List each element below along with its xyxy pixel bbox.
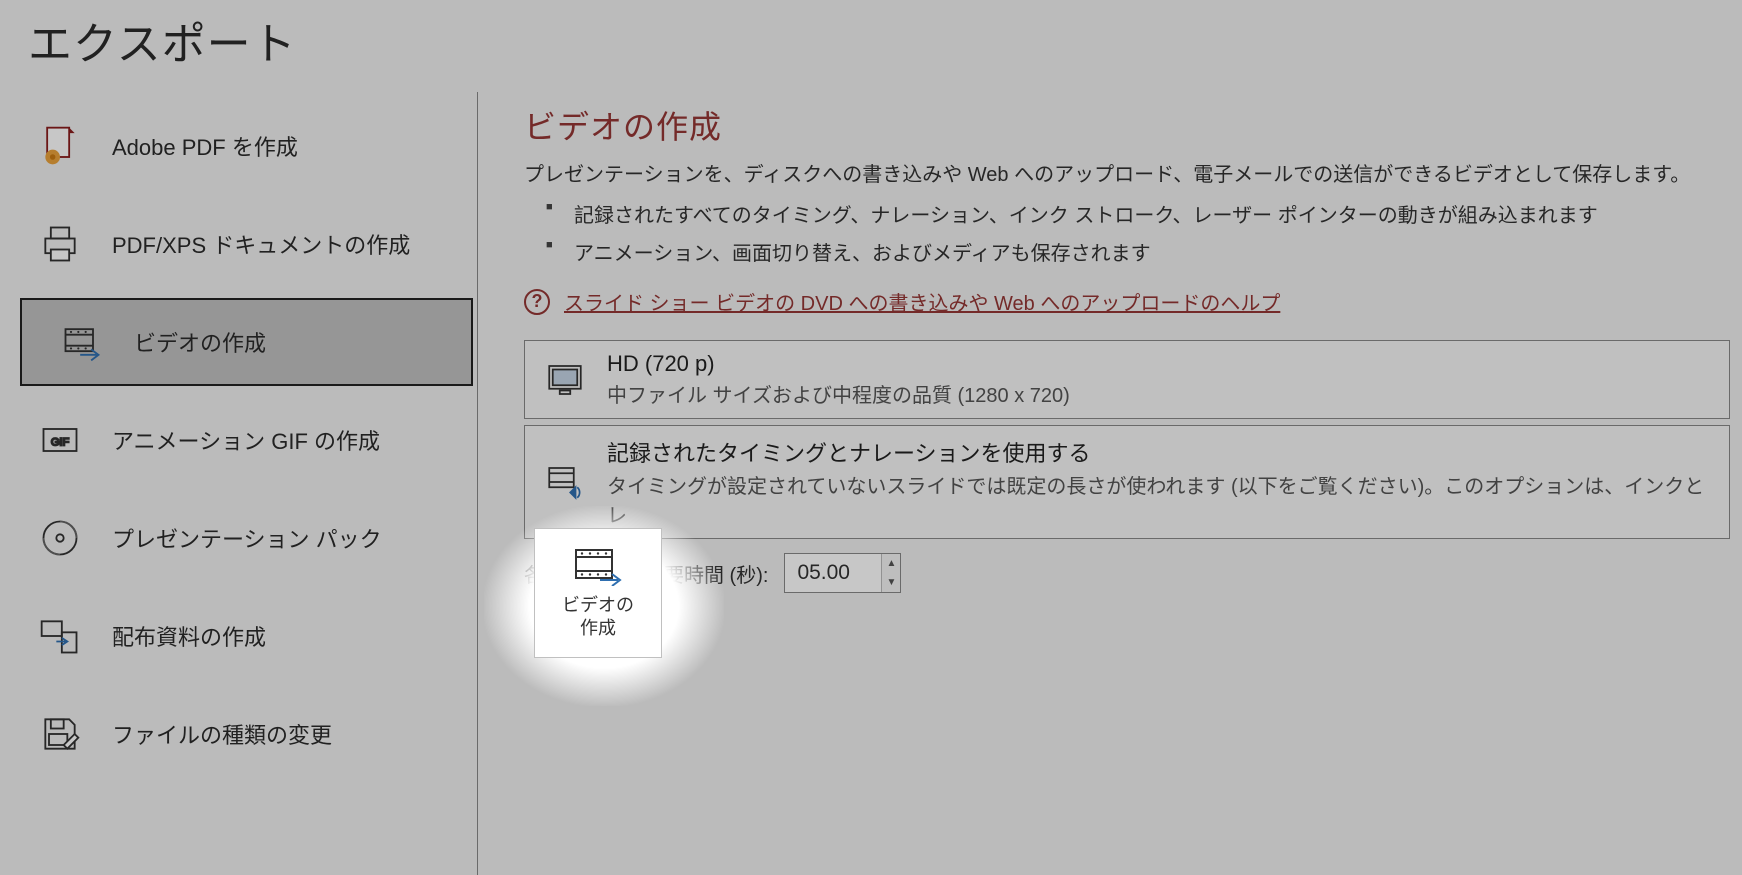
film-audio-icon: [541, 458, 589, 506]
svg-text:GIF: GIF: [51, 437, 70, 449]
panel-title: ビデオの作成: [524, 102, 1742, 148]
sidebar-item-label: アニメーション GIF の作成: [112, 424, 380, 456]
handout-icon: [36, 612, 84, 660]
bullet-item: 記録されたすべてのタイミング、ナレーション、インク ストローク、レーザー ポイン…: [546, 197, 1742, 235]
stepper-up-button[interactable]: ▲: [882, 554, 900, 573]
slide-duration-input[interactable]: [785, 554, 881, 592]
export-sidebar: Adobe PDF を作成 PDF/XPS ドキュメントの作成 ビデオの作成 G…: [0, 92, 478, 875]
sidebar-item-label: 配布資料の作成: [112, 620, 266, 652]
help-icon: ?: [524, 289, 550, 315]
slide-duration-row: 各スライドの所要時間 (秒): ▲ ▼: [524, 553, 1742, 593]
sidebar-item-gif[interactable]: GIF アニメーション GIF の作成: [0, 396, 477, 484]
sidebar-item-adobe-pdf[interactable]: Adobe PDF を作成: [0, 102, 477, 190]
pdf-adobe-icon: [36, 122, 84, 170]
create-video-button[interactable]: ビデオの 作成: [534, 528, 662, 658]
panel-description: プレゼンテーションを、ディスクへの書き込みや Web へのアップロード、電子メー…: [524, 158, 1742, 187]
help-link[interactable]: スライド ショー ビデオの DVD への書き込みや Web へのアップロードのヘ…: [564, 287, 1280, 316]
help-row: ? スライド ショー ビデオの DVD への書き込みや Web へのアップロード…: [524, 287, 1742, 316]
dropdown-text: 記録されたタイミングとナレーションを使用する タイミングが設定されていないスライ…: [607, 436, 1713, 528]
sidebar-item-label: PDF/XPS ドキュメントの作成: [112, 228, 410, 260]
bullet-item: アニメーション、画面切り替え、およびメディアも保存されます: [546, 235, 1742, 273]
create-video-button-highlight: ビデオの 作成: [504, 516, 704, 692]
slide-duration-stepper[interactable]: ▲ ▼: [784, 553, 901, 593]
create-video-button-label: ビデオの 作成: [562, 594, 634, 641]
sidebar-item-pdf-xps[interactable]: PDF/XPS ドキュメントの作成: [0, 200, 477, 288]
sidebar-item-label: ビデオの作成: [134, 326, 266, 358]
sidebar-item-label: ファイルの種類の変更: [112, 718, 332, 750]
sidebar-item-change-type[interactable]: ファイルの種類の変更: [0, 690, 477, 778]
disc-icon: [36, 514, 84, 562]
sidebar-item-label: プレゼンテーション パック: [112, 522, 382, 554]
sidebar-item-package[interactable]: プレゼンテーション パック: [0, 494, 477, 582]
dropdown-text: HD (720 p) 中ファイル サイズおよび中程度の品質 (1280 x 72…: [607, 351, 1070, 408]
dropdown-subtitle: 中ファイル サイズおよび中程度の品質 (1280 x 720): [607, 379, 1070, 408]
sidebar-item-video[interactable]: ビデオの作成: [20, 298, 473, 386]
film-export-icon: [58, 318, 106, 366]
dropdown-title: HD (720 p): [607, 351, 1070, 377]
page-title: エクスポート: [28, 8, 297, 72]
export-video-panel: ビデオの作成 プレゼンテーションを、ディスクへの書き込みや Web へのアップロ…: [524, 102, 1742, 875]
stepper-down-button[interactable]: ▼: [882, 573, 900, 592]
sidebar-item-handouts[interactable]: 配布資料の作成: [0, 592, 477, 680]
dropdown-subtitle: タイミングが設定されていないスライドでは既定の長さが使われます (以下をご覧くだ…: [607, 470, 1713, 528]
save-edit-icon: [36, 710, 84, 758]
export-content: Adobe PDF を作成 PDF/XPS ドキュメントの作成 ビデオの作成 G…: [0, 92, 1742, 875]
monitor-icon: [541, 356, 589, 404]
gif-icon: GIF: [36, 416, 84, 464]
sidebar-item-label: Adobe PDF を作成: [112, 130, 298, 162]
panel-bullets: 記録されたすべてのタイミング、ナレーション、インク ストローク、レーザー ポイン…: [546, 197, 1742, 273]
dropdown-title: 記録されたタイミングとナレーションを使用する: [607, 436, 1713, 468]
timings-dropdown[interactable]: 記録されたタイミングとナレーションを使用する タイミングが設定されていないスライ…: [524, 425, 1730, 539]
video-quality-dropdown[interactable]: HD (720 p) 中ファイル サイズおよび中程度の品質 (1280 x 72…: [524, 340, 1730, 419]
printer-icon: [36, 220, 84, 268]
